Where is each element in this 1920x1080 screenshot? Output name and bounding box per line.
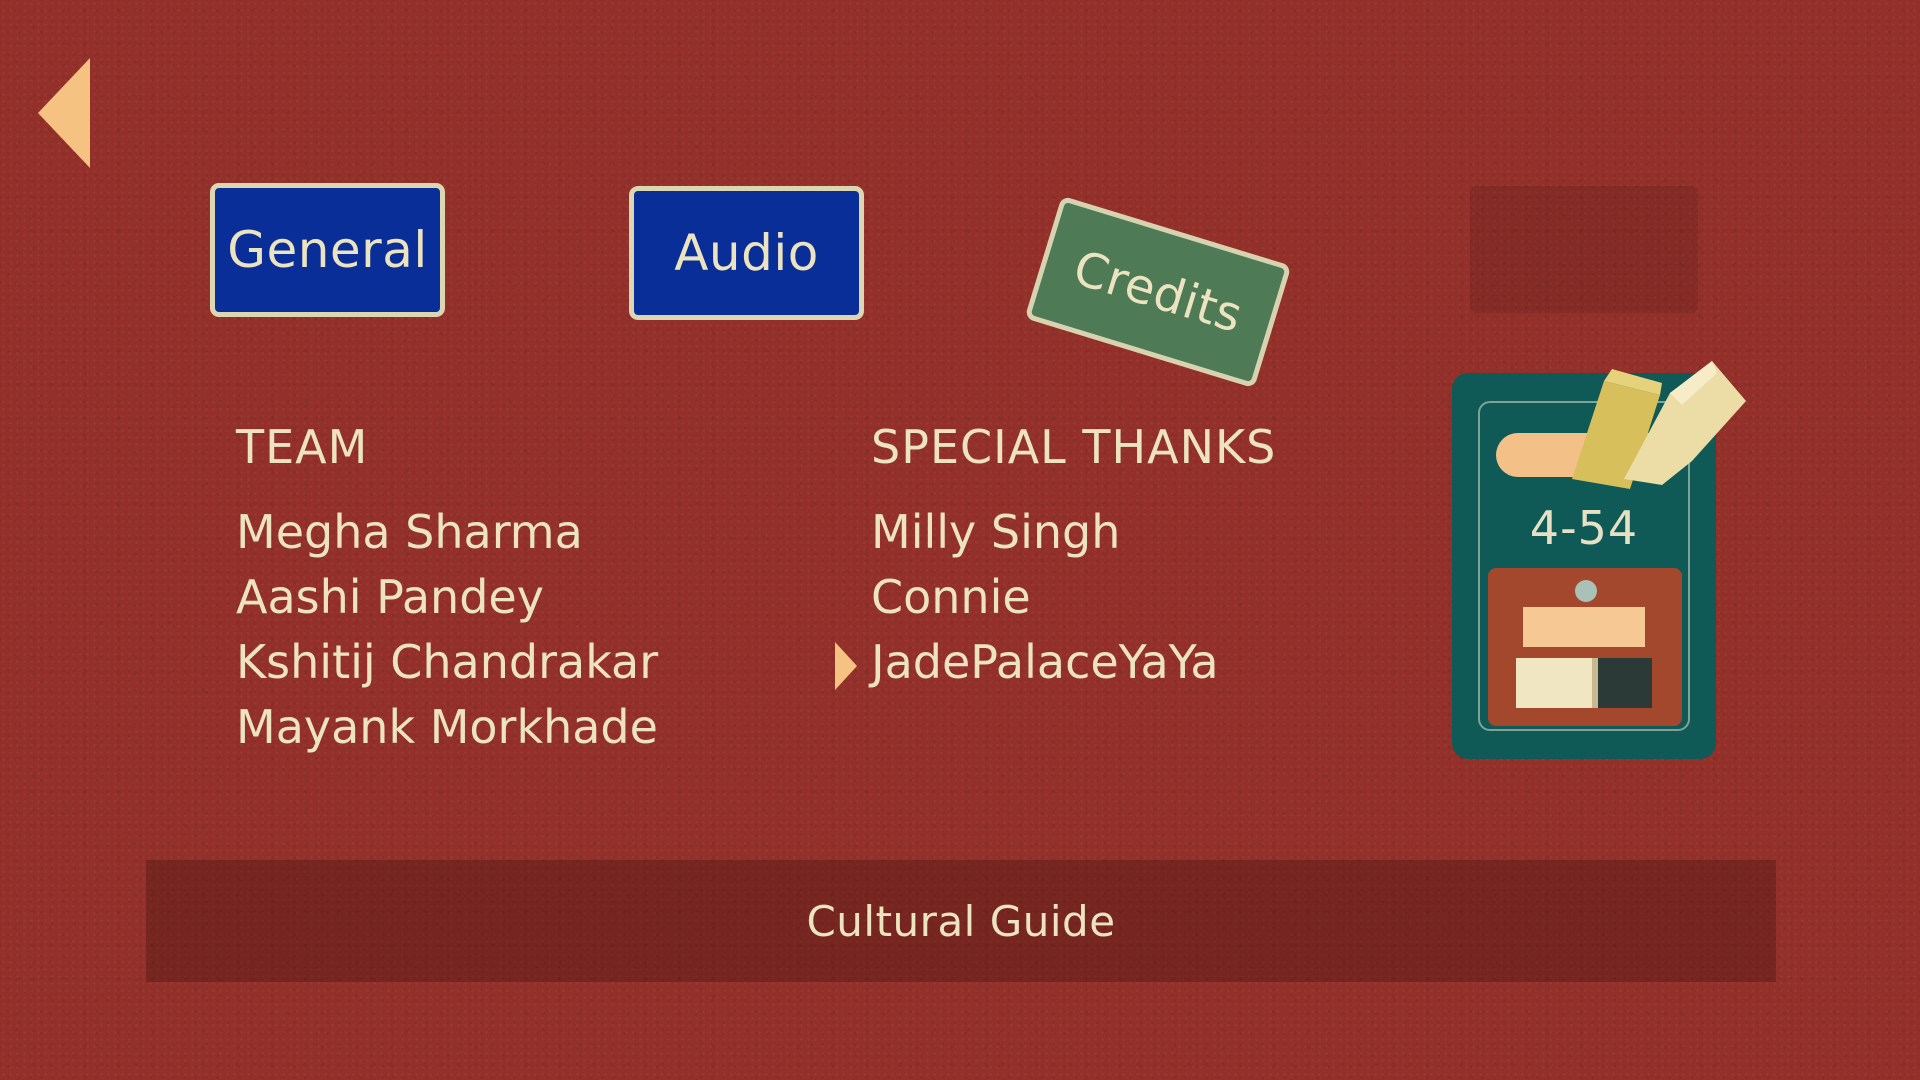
special-thanks-item: Milly Singh	[871, 505, 1121, 559]
special-thanks-item-selected: JadePalaceYaYa	[835, 630, 1219, 695]
team-member: Aashi Pandey	[236, 570, 544, 624]
team-list: Megha Sharma Aashi Pandey Kshitij Chandr…	[236, 500, 658, 760]
special-thanks-item: Connie	[871, 570, 1031, 624]
team-heading: TEAM	[236, 420, 369, 474]
machine-tray	[1516, 658, 1652, 708]
team-member: Mayank Morkhade	[236, 700, 658, 754]
special-thanks-list: Milly Singh Connie JadePalaceYaYa	[835, 500, 1219, 695]
machine-paper	[1516, 658, 1598, 708]
machine-light	[1575, 580, 1597, 602]
special-thanks-heading: SPECIAL THANKS	[871, 420, 1277, 474]
team-member: Kshitij Chandrakar	[236, 635, 659, 689]
empty-tab-slot	[1470, 186, 1698, 313]
chevron-left-icon	[38, 58, 90, 168]
tab-credits[interactable]: Credits	[1024, 195, 1292, 389]
ticket-machine-icon	[1488, 568, 1682, 726]
back-button[interactable]	[38, 58, 92, 168]
cultural-guide-button[interactable]: Cultural Guide	[146, 860, 1776, 982]
ticket-icon	[1542, 361, 1752, 491]
tab-audio[interactable]: Audio	[629, 186, 864, 320]
team-member: Megha Sharma	[236, 505, 583, 559]
pass-number: 4-54	[1529, 501, 1639, 555]
machine-display	[1523, 607, 1645, 647]
selection-arrow-icon	[835, 642, 857, 690]
tab-general[interactable]: General	[210, 183, 445, 317]
special-thanks-item-label: JadePalaceYaYa	[871, 635, 1219, 689]
pass-card: 4-54	[1452, 361, 1746, 759]
